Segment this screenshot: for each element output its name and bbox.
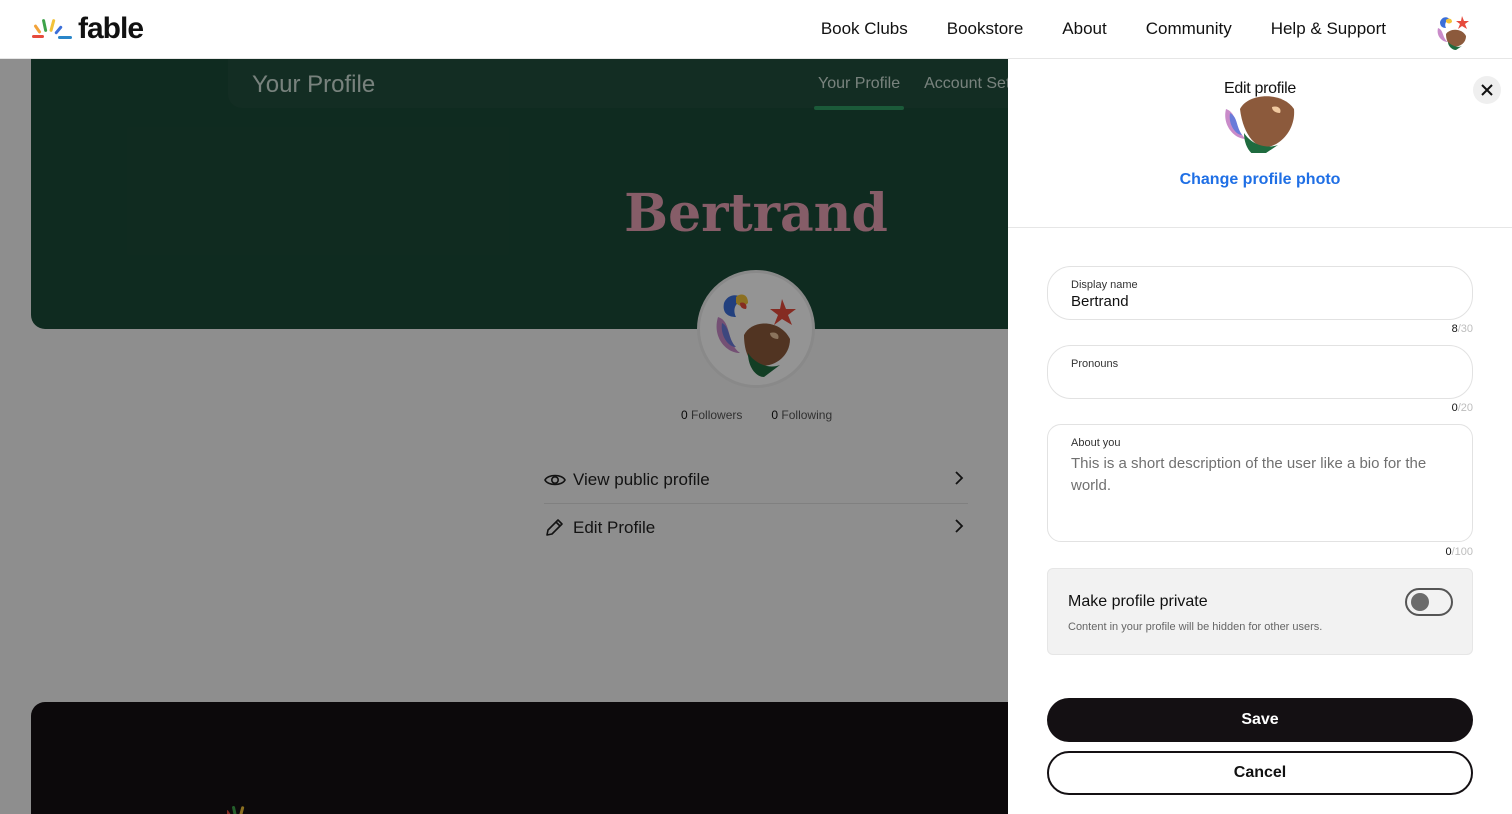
- cancel-button[interactable]: Cancel: [1047, 751, 1473, 795]
- main-nav-links: Book Clubs Bookstore About Community Hel…: [821, 19, 1386, 39]
- about-you-label: About you: [1071, 437, 1121, 449]
- about-you-max: /100: [1451, 546, 1473, 558]
- nav-link-help-support[interactable]: Help & Support: [1271, 19, 1386, 39]
- edit-profile-panel: Edit profile Change profile photo Displa…: [1008, 59, 1512, 814]
- private-profile-description: Content in your profile will be hidden f…: [1068, 621, 1323, 633]
- toggle-knob: [1411, 593, 1429, 611]
- nav-link-about[interactable]: About: [1062, 19, 1106, 39]
- change-profile-photo-link[interactable]: Change profile photo: [1008, 171, 1512, 189]
- private-profile-toggle[interactable]: [1405, 588, 1453, 616]
- display-name-input[interactable]: [1071, 293, 1451, 310]
- pronouns-input[interactable]: [1071, 372, 1451, 389]
- pronouns-field[interactable]: Pronouns: [1047, 345, 1473, 399]
- save-button[interactable]: Save: [1047, 698, 1473, 742]
- fable-logo-icon: [32, 19, 72, 39]
- nav-link-book-clubs[interactable]: Book Clubs: [821, 19, 908, 39]
- close-button[interactable]: [1473, 76, 1501, 104]
- about-you-counter: 0/100: [1445, 546, 1473, 558]
- private-profile-section: Make profile private Content in your pro…: [1047, 568, 1473, 655]
- nav-link-community[interactable]: Community: [1146, 19, 1232, 39]
- display-name-label: Display name: [1071, 279, 1138, 291]
- about-you-field[interactable]: About you: [1047, 424, 1473, 542]
- modal-backdrop[interactable]: [0, 59, 1008, 814]
- fable-logo[interactable]: fable: [30, 12, 144, 45]
- pronouns-counter: 0/20: [1452, 402, 1473, 414]
- user-avatar-icon[interactable]: [1432, 12, 1472, 52]
- pronouns-label: Pronouns: [1071, 358, 1119, 370]
- panel-divider: [1008, 227, 1512, 228]
- edit-profile-title: Edit profile: [1224, 80, 1296, 97]
- display-name-counter: 8/30: [1452, 323, 1473, 335]
- about-you-textarea[interactable]: [1071, 453, 1451, 523]
- display-name-max: /30: [1457, 323, 1473, 335]
- close-icon: [1481, 84, 1493, 96]
- top-nav: fable Book Clubs Bookstore About Communi…: [0, 0, 1512, 59]
- nav-link-bookstore[interactable]: Bookstore: [947, 19, 1024, 39]
- logo-wordmark: fable: [78, 12, 144, 45]
- private-profile-title: Make profile private: [1068, 593, 1208, 610]
- pronouns-max: /20: [1457, 402, 1473, 414]
- display-name-field[interactable]: Display name: [1047, 266, 1473, 320]
